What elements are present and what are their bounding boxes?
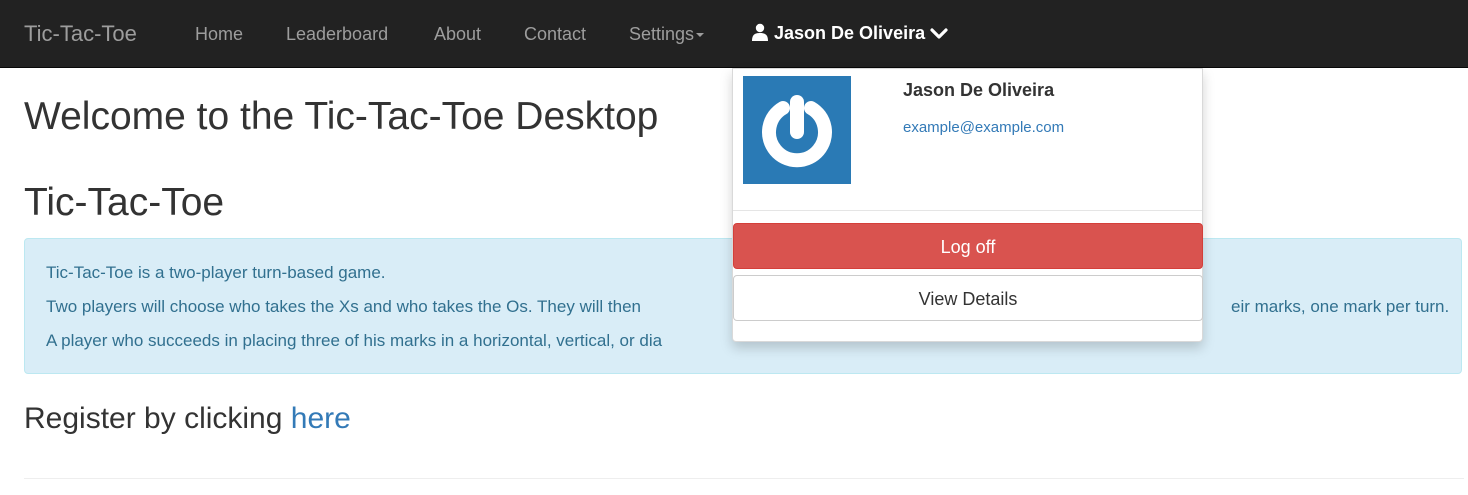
user-icon bbox=[752, 23, 768, 41]
info-line-2-end: eir marks, one mark per turn. bbox=[1231, 297, 1450, 316]
settings-label: Settings bbox=[629, 24, 695, 44]
dropdown-user-name: Jason De Oliveira bbox=[903, 80, 1055, 100]
section-title: Tic-Tac-Toe bbox=[24, 181, 225, 224]
user-dropdown-menu: Jason De Oliveira example@example.com Lo… bbox=[732, 68, 1203, 342]
nav-leaderboard[interactable]: Leaderboard bbox=[286, 23, 388, 45]
user-menu-toggle[interactable]: Jason De Oliveira bbox=[751, 22, 948, 44]
nav-home[interactable]: Home bbox=[195, 23, 243, 45]
chevron-down-icon bbox=[930, 28, 948, 39]
info-line-3: A player who succeeds in placing three o… bbox=[46, 331, 663, 350]
divider bbox=[24, 478, 1464, 479]
page-title: Welcome to the Tic-Tac-Toe Desktop bbox=[24, 95, 659, 138]
power-icon bbox=[762, 95, 832, 168]
info-line-2: Two players will choose who takes the Xs… bbox=[46, 297, 641, 316]
register-prompt: Register by clicking here bbox=[24, 400, 351, 438]
register-link[interactable]: here bbox=[291, 402, 351, 435]
brand-link[interactable]: Tic-Tac-Toe bbox=[24, 21, 137, 47]
caret-down-icon bbox=[696, 33, 705, 38]
nav-contact[interactable]: Contact bbox=[524, 23, 586, 45]
dropdown-user-email[interactable]: example@example.com bbox=[903, 119, 1064, 137]
logoff-button[interactable]: Log off bbox=[733, 223, 1203, 269]
avatar bbox=[743, 76, 851, 184]
user-name-label: Jason De Oliveira bbox=[774, 23, 926, 43]
nav-about[interactable]: About bbox=[434, 23, 481, 45]
view-details-button[interactable]: View Details bbox=[733, 275, 1203, 321]
top-navbar: Tic-Tac-Toe Home Leaderboard About Conta… bbox=[0, 0, 1468, 68]
nav-settings-dropdown[interactable]: Settings bbox=[629, 23, 705, 45]
dropdown-divider bbox=[733, 210, 1202, 211]
register-text: Register by clicking bbox=[24, 402, 291, 435]
info-line-1: Tic-Tac-Toe is a two-player turn-based g… bbox=[46, 263, 386, 282]
